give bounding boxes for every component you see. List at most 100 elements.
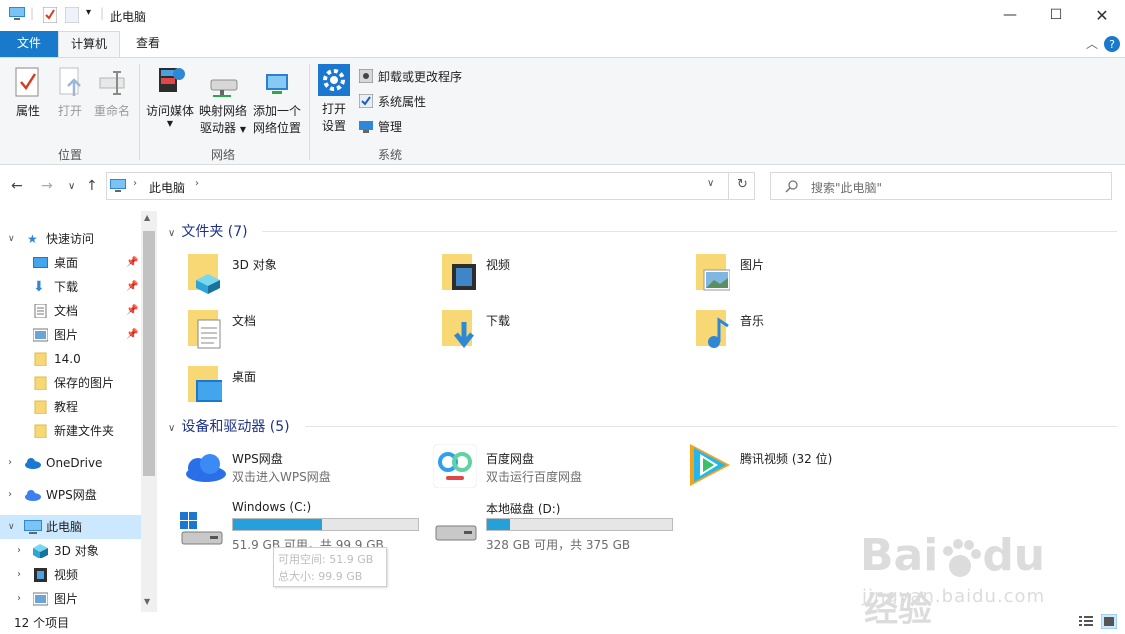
section-devices[interactable]: ∨ 设备和驱动器 (5) (168, 416, 290, 436)
nav-pc-pictures[interactable]: › 图片 (0, 587, 141, 611)
expand-chevron-icon[interactable]: › (17, 563, 21, 587)
scroll-up-icon[interactable]: ▲ (144, 213, 150, 222)
folder-videos[interactable]: 视频 (440, 250, 680, 300)
section-divider (305, 426, 1117, 427)
pin-icon[interactable]: 📌 (126, 323, 138, 347)
expand-chevron-icon[interactable]: › (17, 587, 21, 611)
nav-item-new-folder[interactable]: 新建文件夹 (0, 419, 141, 443)
device-name: Windows (C:) (232, 500, 312, 514)
pin-icon[interactable]: 📌 (126, 251, 138, 275)
close-button[interactable]: ✕ (1079, 0, 1125, 31)
pin-icon[interactable]: 📌 (126, 275, 138, 299)
nav-item-downloads[interactable]: ⬇ 下载 📌 (0, 275, 141, 299)
local-drive-icon (435, 525, 477, 541)
nav-pc-3d-objects[interactable]: › 3D 对象 (0, 539, 141, 563)
maximize-button[interactable]: ☐ (1033, 0, 1079, 31)
open-icon (59, 67, 81, 96)
nav-label: 文档 (54, 304, 79, 318)
device-tencent-video[interactable]: 腾讯视频 (32 位) (690, 444, 940, 496)
pin-icon[interactable]: 📌 (126, 299, 138, 323)
manage-button[interactable]: 管理 (359, 118, 402, 135)
expand-chevron-icon[interactable]: › (8, 483, 12, 507)
back-arrow-icon[interactable]: ← (11, 178, 23, 194)
device-drive-d[interactable]: 本地磁盘 (D:) 328 GB 可用，共 375 GB (435, 500, 686, 552)
tab-file[interactable]: 文件 (0, 31, 58, 57)
nav-item-saved-pictures[interactable]: 保存的图片 (0, 371, 141, 395)
expand-chevron-icon[interactable]: › (8, 451, 12, 475)
watermark-url: jingyan.baidu.com (862, 586, 1046, 607)
expand-chevron-icon[interactable]: ∨ (8, 227, 15, 251)
nav-label: 保存的图片 (54, 376, 115, 390)
refresh-icon[interactable]: ↻ (737, 177, 748, 192)
settings-gear-icon (318, 64, 350, 96)
videos-folder-icon (442, 254, 476, 290)
map-network-drive-button[interactable]: 映射网络 驱动器 ▼ (197, 66, 249, 138)
breadcrumb-this-pc[interactable]: 此电脑 (149, 179, 185, 196)
folder-3d-objects[interactable]: 3D 对象 (186, 250, 426, 300)
nav-item-desktop[interactable]: 桌面 📌 (0, 251, 141, 275)
nav-label: WPS网盘 (46, 488, 97, 502)
address-bar[interactable]: › 此电脑 › ∨ ↻ (106, 172, 755, 200)
uninstall-button[interactable]: 卸载或更改程序 (359, 68, 462, 85)
folder-music[interactable]: 音乐 (694, 306, 934, 356)
title-bar: | ▾ | 此电脑 — ☐ ✕ (0, 0, 1125, 31)
nav-onedrive[interactable]: › OneDrive (0, 451, 141, 475)
tab-computer[interactable]: 计算机 (58, 31, 120, 57)
open-button[interactable]: 打开 (52, 66, 88, 120)
rename-button[interactable]: 重命名 (92, 66, 132, 120)
access-media-button[interactable]: 访问媒体 ▼ (144, 64, 196, 128)
folder-downloads[interactable]: 下载 (440, 306, 680, 356)
folder-name: 视频 (486, 258, 511, 272)
nav-quick-access[interactable]: ∨ ★ 快速访问 (0, 227, 141, 251)
minimize-button[interactable]: — (987, 0, 1033, 31)
recent-locations-icon[interactable]: ∨ (68, 181, 75, 192)
section-folders[interactable]: ∨ 文件夹 (7) (168, 221, 248, 241)
properties-button[interactable]: 属性 (10, 66, 46, 120)
nav-label: 此电脑 (46, 520, 83, 534)
tab-view[interactable]: 查看 (120, 31, 176, 57)
nav-item-folder-14[interactable]: 14.0 (0, 347, 141, 371)
new-folder-quick-icon[interactable] (65, 7, 79, 23)
open-settings-button[interactable]: 打开 设置 (317, 64, 351, 135)
computer-icon (24, 520, 42, 534)
documents-folder-icon (188, 310, 221, 349)
expand-chevron-icon[interactable]: ∨ (8, 515, 15, 539)
help-icon[interactable]: ? (1104, 36, 1120, 52)
folder-pictures[interactable]: 图片 (694, 250, 934, 300)
nav-wps-drive[interactable]: › WPS网盘 (0, 483, 141, 507)
properties-quick-icon[interactable] (43, 7, 57, 23)
breadcrumb-chevron-icon[interactable]: › (133, 178, 137, 189)
system-properties-button[interactable]: 系统属性 (359, 93, 426, 110)
collapse-chevron-icon[interactable]: ∨ (168, 228, 175, 239)
address-dropdown-icon[interactable]: ∨ (707, 178, 714, 189)
details-view-icon[interactable] (1079, 615, 1093, 628)
pictures-icon (33, 328, 48, 342)
baidu-paw-icon (943, 539, 982, 577)
folder-documents[interactable]: 文档 (186, 306, 426, 356)
nav-label: OneDrive (46, 456, 103, 470)
folder-desktop[interactable]: 桌面 (186, 362, 426, 412)
collapse-ribbon-icon[interactable]: ︿ (1086, 35, 1098, 52)
nav-pc-videos[interactable]: › 视频 (0, 563, 141, 587)
device-drive-c[interactable]: Windows (C:) 51.9 GB 可用，共 99.9 GB (180, 500, 432, 552)
breadcrumb-chevron-icon[interactable]: › (195, 178, 199, 189)
nav-this-pc[interactable]: ∨ 此电脑 (0, 515, 141, 539)
nav-scroll-thumb[interactable] (143, 231, 155, 476)
nav-item-documents[interactable]: 文档 📌 (0, 299, 141, 323)
customize-quick-access-icon[interactable]: ▾ (86, 7, 91, 18)
up-arrow-icon[interactable]: ↑ (86, 178, 98, 194)
expand-chevron-icon[interactable]: › (17, 539, 21, 563)
forward-arrow-icon[interactable]: → (41, 178, 53, 194)
device-baidu-drive[interactable]: 百度网盘 双击运行百度网盘 (433, 444, 686, 496)
download-icon: ⬇ (33, 279, 45, 295)
large-icons-view-icon[interactable] (1101, 614, 1117, 629)
downloads-folder-icon (442, 310, 474, 349)
scroll-down-icon[interactable]: ▼ (144, 597, 150, 606)
nav-item-tutorial[interactable]: 教程 (0, 395, 141, 419)
search-box[interactable]: 搜索"此电脑" (770, 172, 1112, 200)
device-wps-drive[interactable]: WPS网盘 双击进入WPS网盘 (182, 450, 432, 496)
properties-icon (15, 67, 39, 97)
collapse-chevron-icon[interactable]: ∨ (168, 423, 175, 434)
nav-item-pictures[interactable]: 图片 📌 (0, 323, 141, 347)
add-network-location-button[interactable]: 添加一个 网络位置 (250, 66, 304, 137)
